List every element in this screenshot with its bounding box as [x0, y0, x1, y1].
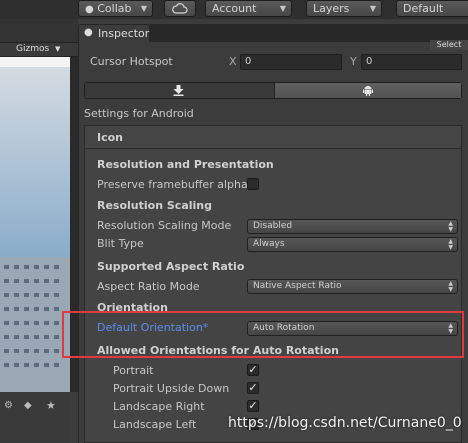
hotspot-x-input[interactable]: 0 — [240, 54, 342, 70]
resolution-scaling-mode-dropdown[interactable]: Disabled ▲ ▼ — [247, 219, 458, 234]
collab-button[interactable]: ● Collab ▼ — [78, 0, 153, 17]
blit-type-dropdown[interactable]: Always ▲ ▼ — [247, 237, 458, 252]
up-down-arrows-icon: ▲ ▼ — [448, 220, 453, 233]
checkmark-icon: ✓ — [248, 399, 258, 412]
gizmos-dropdown[interactable]: Gizmos ▼ — [16, 44, 60, 54]
android-icon — [363, 86, 373, 96]
resolution-scaling-header: Resolution Scaling — [97, 199, 212, 212]
layout-dropdown[interactable]: Default — [396, 0, 468, 17]
project-panel-toolbar: ⚙ ◆ ★ — [0, 392, 70, 443]
landscape-left-label: Landscape Left — [113, 418, 197, 431]
info-icon: ● — [84, 27, 93, 38]
cursor-hotspot-label: Cursor Hotspot — [90, 55, 173, 68]
chevron-down-icon: ▼ — [55, 45, 61, 53]
checkmark-icon: ✓ — [248, 363, 258, 376]
preserve-framebuffer-label: Preserve framebuffer alpha — [97, 178, 248, 191]
chevron-down-icon: ▼ — [279, 4, 286, 13]
blit-type-value: Always — [253, 239, 285, 249]
portrait-upside-down-checkbox[interactable]: ✓ — [247, 382, 259, 394]
account-dropdown[interactable]: Account ▼ — [205, 0, 292, 17]
tab-standalone[interactable] — [85, 83, 274, 98]
aspect-ratio-mode-value: Native Aspect Ratio — [253, 281, 342, 291]
tag-icon[interactable]: ◆ — [24, 400, 32, 411]
account-label: Account — [212, 2, 257, 15]
portrait-checkbox[interactable]: ✓ — [247, 364, 259, 376]
scene-image — [0, 57, 70, 392]
chevron-down-icon: ▼ — [140, 4, 147, 13]
resolution-scaling-mode-label: Resolution Scaling Mode — [97, 219, 232, 232]
scene-header: Gizmos ▼ — [0, 43, 78, 57]
cloud-icon — [172, 3, 188, 14]
watermark: https://blog.csdn.net/Curnane0_0 — [228, 415, 462, 431]
aspect-ratio-mode-dropdown[interactable]: Native Aspect Ratio ▲ ▼ — [247, 279, 458, 294]
inspector-tab-label: Inspector — [98, 27, 150, 40]
cloud-button[interactable] — [164, 0, 196, 17]
gizmos-label: Gizmos — [16, 44, 50, 54]
tab-inspector[interactable]: ● Inspector — [78, 24, 150, 42]
up-down-arrows-icon: ▲ ▼ — [448, 238, 453, 251]
checkmark-icon: ✓ — [248, 381, 258, 394]
settings-title: Settings for Android — [84, 107, 194, 120]
star-icon[interactable]: ★ — [46, 399, 56, 412]
chevron-down-icon: ▼ — [369, 4, 376, 13]
collab-check-icon: ● — [85, 4, 94, 15]
platform-tabs — [84, 82, 462, 99]
inspector-tab-strip — [150, 24, 468, 42]
aspect-ratio-mode-label: Aspect Ratio Mode — [97, 280, 200, 293]
highlight-annotation-box — [62, 311, 464, 358]
blit-type-label: Blit Type — [97, 237, 144, 250]
scene-toolbar-area — [0, 19, 78, 43]
resolution-presentation-header: Resolution and Presentation — [97, 158, 274, 171]
hotspot-y-label: Y — [350, 55, 357, 68]
supported-aspect-ratio-header: Supported Aspect Ratio — [97, 260, 245, 273]
portrait-upside-down-label: Portrait Upside Down — [113, 382, 230, 395]
layout-label: Default — [403, 2, 444, 15]
resolution-scaling-mode-value: Disabled — [253, 221, 293, 231]
hotspot-x-label: X — [229, 55, 237, 68]
hotspot-y-input[interactable]: 0 — [361, 54, 462, 70]
top-toolbar: ● Collab ▼ Account ▼ Layers ▼ Default — [0, 0, 468, 19]
settings-icon[interactable]: ⚙ — [4, 400, 13, 411]
icon-section-label: Icon — [97, 131, 124, 144]
tab-android[interactable] — [274, 83, 461, 98]
landscape-right-label: Landscape Right — [113, 400, 205, 413]
download-icon — [173, 85, 184, 96]
select-button[interactable]: Select — [430, 40, 468, 50]
landscape-right-checkbox[interactable]: ✓ — [247, 400, 259, 412]
portrait-label: Portrait — [113, 364, 154, 377]
resolution-settings-panel — [84, 149, 462, 443]
layers-dropdown[interactable]: Layers ▼ — [306, 0, 382, 17]
collab-label: Collab — [97, 2, 132, 15]
scene-view[interactable] — [0, 57, 70, 392]
layers-label: Layers — [313, 2, 350, 15]
icon-section-header[interactable]: Icon — [84, 125, 462, 149]
preserve-framebuffer-checkbox[interactable] — [247, 178, 259, 190]
up-down-arrows-icon: ▲ ▼ — [448, 280, 453, 293]
